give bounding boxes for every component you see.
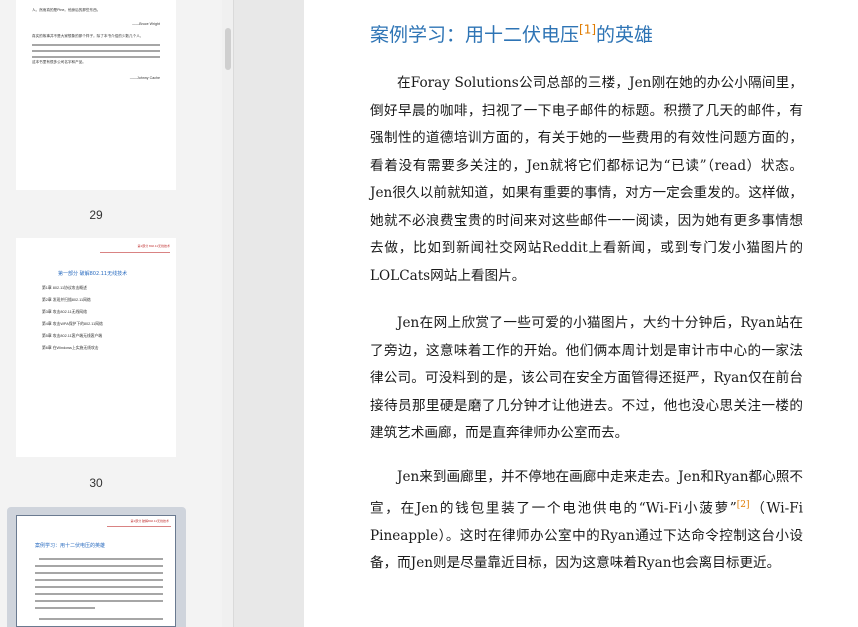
paragraph-1: 在Foray Solutions公司总部的三楼，Jen刚在她的办公小隔间里，倒好…	[370, 75, 803, 284]
thumb-31-header: 第1部分 破解802.11无线技术	[130, 519, 169, 523]
thumbnail-sidebar: 人。然而真的是Pine。他身后的那些东西。 ——Bruce Wright 真实的…	[0, 0, 222, 627]
thumb-31-textline	[35, 593, 163, 595]
thumb-30-rule	[100, 252, 170, 253]
thumb-30-toc-item: 第2章 发现并扫描802.11网络	[42, 298, 91, 302]
thumb-29-textline	[32, 50, 160, 52]
thumb-30-toc-item: 第6章 在Windows上实施无线攻击	[42, 346, 99, 350]
thumb-30-toc-item: 第5章 攻击802.11客户端无线客户端	[42, 334, 103, 338]
thumb-30-heading: 第一部分 破解802.11无线技术	[58, 271, 128, 277]
page-gutter	[234, 0, 304, 627]
thumb-30-header: 第1部分 802.11无线技术	[137, 244, 170, 248]
page-title: 案例学习：用十二伏电压[1]的英雄	[370, 20, 653, 47]
footnote-ref[interactable]: [2]	[737, 500, 750, 510]
page-number-29: 29	[89, 208, 103, 222]
thumb-29-line: 这本书里有很多公司名字和产品。	[32, 60, 86, 64]
thumb-29-line: 人。然而真的是Pine。他身后的那些东西。	[32, 8, 101, 12]
thumb-30-toc-item: 第3章 攻击802.11无线网络	[42, 310, 87, 314]
page-number-30: 30	[89, 476, 103, 490]
sidebar-scroll-thumb[interactable]	[225, 28, 231, 70]
thumb-30-toc-item: 第1章 802.11协议攻击概述	[42, 286, 87, 290]
thumb-30-toc-item: 第4章 攻击WPA保护下的802.11网络	[42, 322, 103, 326]
thumb-29-line: 真实的故事并不是大家想象的那个样子。除了本书介绍的少数几个人，	[32, 34, 144, 38]
page-thumbnail-30[interactable]: 第1部分 802.11无线技术 第一部分 破解802.11无线技术 第1章 80…	[16, 238, 176, 457]
document-page: 案例学习：用十二伏电压[1]的英雄 在Foray Solutions公司总部的三…	[304, 0, 858, 627]
thumb-29-signature: ——Johnny Cache	[129, 76, 160, 80]
thumb-31-rule	[107, 526, 171, 527]
thumb-31-textline	[39, 618, 163, 620]
paragraph-3: Jen来到画廊里，并不停地在画廊中走来走去。Jen和Ryan都心照不宣，在Jen…	[370, 464, 803, 578]
title-footnote-ref[interactable]: [1]	[579, 23, 596, 37]
sidebar-scrollbar[interactable]	[222, 0, 234, 627]
thumb-31-textline	[35, 572, 163, 574]
thumb-31-textline	[35, 600, 163, 602]
page-thumbnail-31[interactable]: 第1部分 破解802.11无线技术 案例学习：用十二伏电压的英雄	[16, 515, 176, 627]
thumb-29-signature: ——Bruce Wright	[132, 22, 160, 26]
thumb-31-heading: 案例学习：用十二伏电压的英雄	[35, 543, 106, 549]
title-suffix: 的英雄	[596, 24, 654, 46]
thumb-31-textline	[35, 579, 163, 581]
thumb-29-textline	[32, 56, 160, 58]
thumb-31-textline	[35, 607, 95, 609]
title-text: 案例学习：用十二伏电压	[370, 24, 580, 46]
thumb-31-textline	[35, 586, 163, 588]
thumb-29-textline	[32, 44, 160, 46]
thumb-31-textline	[39, 558, 163, 560]
paragraph-2: Jen在网上欣赏了一些可爱的小猫图片，大约十分钟后，Ryan站在了旁边，这意味着…	[370, 315, 803, 441]
page-thumbnail-29[interactable]: 人。然而真的是Pine。他身后的那些东西。 ——Bruce Wright 真实的…	[16, 0, 176, 190]
thumb-31-textline	[35, 565, 163, 567]
